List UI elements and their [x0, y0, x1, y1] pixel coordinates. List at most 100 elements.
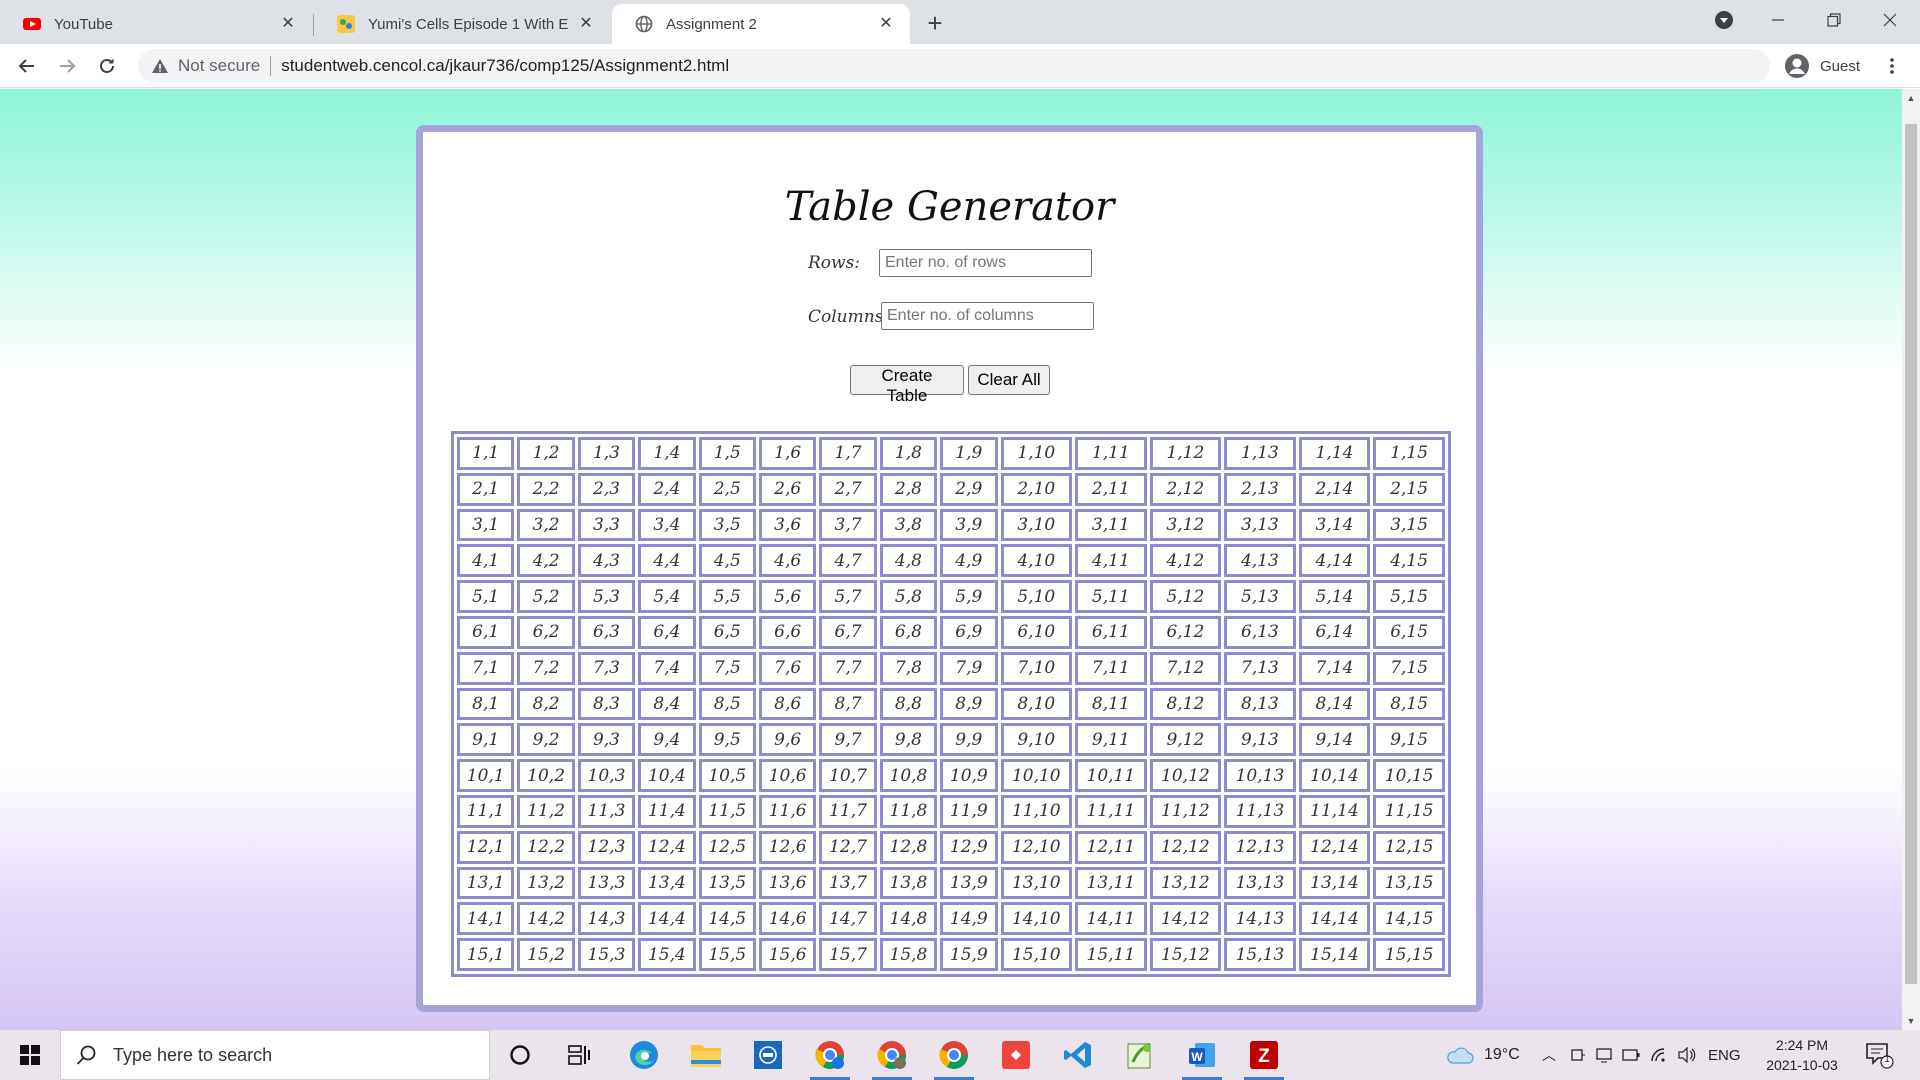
notepad-plus-app[interactable] — [1114, 1035, 1166, 1075]
word-app[interactable]: W — [1176, 1035, 1228, 1080]
close-tab-icon[interactable]: ✕ — [278, 14, 298, 34]
new-tab-button[interactable]: + — [918, 7, 952, 41]
scroll-thumb[interactable] — [1905, 124, 1917, 984]
close-window-button[interactable] — [1862, 0, 1918, 40]
arrow-right-icon — [60, 59, 76, 73]
table-cell: 11,2 — [517, 794, 575, 828]
close-tab-icon[interactable]: ✕ — [876, 14, 896, 34]
volume-icon[interactable] — [1678, 1047, 1696, 1063]
back-button[interactable] — [12, 51, 42, 81]
table-cell: 4,9 — [940, 544, 998, 578]
table-cell: 4,3 — [577, 544, 636, 578]
security-label[interactable]: Not secure — [178, 56, 260, 76]
filezilla-app[interactable]: Z — [1238, 1035, 1290, 1080]
warning-icon[interactable] — [150, 56, 170, 76]
address-bar[interactable]: Not secure studentweb.cencol.ca/jkaur736… — [138, 49, 1770, 83]
more-vert-icon — [1890, 58, 1894, 74]
minimize-button[interactable] — [1750, 0, 1806, 40]
close-tab-icon[interactable]: ✕ — [576, 14, 596, 34]
reload-button[interactable] — [92, 51, 122, 81]
cortana-button[interactable] — [494, 1035, 546, 1075]
table-cell: 3,11 — [1075, 508, 1147, 542]
profile-button[interactable]: Guest — [1778, 49, 1874, 83]
table-cell: 8,12 — [1149, 687, 1222, 721]
vscode-app[interactable] — [1052, 1035, 1104, 1075]
chrome-app-1[interactable] — [804, 1035, 856, 1080]
scroll-up-icon[interactable]: ▲ — [1906, 93, 1916, 103]
weather-widget[interactable]: 19°C — [1444, 1030, 1520, 1080]
table-cell: 6,12 — [1149, 615, 1222, 649]
table-cell: 15,13 — [1224, 938, 1296, 971]
chrome-app-2[interactable] — [866, 1035, 918, 1080]
start-button[interactable] — [0, 1030, 60, 1080]
file-explorer-app[interactable] — [680, 1035, 732, 1075]
table-cell: 12,6 — [758, 830, 817, 864]
meet-now-icon[interactable] — [1570, 1047, 1586, 1063]
table-cell: 3,12 — [1149, 508, 1222, 542]
table-row: 13,1 13,2 13,3 13,4 13,5 13,6 13,7 13,8 13,9 13,1… — [457, 866, 1445, 900]
tab-assignment-2[interactable]: Assignment 2 ✕ — [612, 4, 910, 44]
table-cell: 10,14 — [1298, 759, 1371, 792]
language-indicator[interactable]: ENG — [1708, 1047, 1741, 1064]
tab-yumis-cells[interactable]: Yumi's Cells Episode 1 With Engli ✕ — [314, 4, 610, 44]
clear-all-button[interactable]: Clear All — [968, 365, 1050, 395]
taskbar-search[interactable]: Type here to search — [60, 1030, 490, 1080]
table-cell: 10,5 — [698, 759, 756, 792]
table-cell: 12,9 — [940, 830, 998, 864]
chevron-up-icon[interactable]: ︿ — [1542, 1045, 1556, 1065]
table-cell: 15,3 — [577, 938, 636, 971]
table-cell: 7,13 — [1224, 651, 1296, 685]
table-cell: 15,12 — [1149, 938, 1222, 971]
table-cell: 4,5 — [698, 544, 756, 578]
wifi-icon[interactable] — [1650, 1047, 1668, 1063]
restore-button[interactable] — [1806, 0, 1862, 40]
table-cell: 2,15 — [1373, 472, 1445, 506]
tab-youtube[interactable]: YouTube ✕ — [0, 4, 312, 44]
table-cell: 11,11 — [1075, 794, 1147, 828]
table-row: 12,1 12,2 12,3 12,4 12,5 12,6 12,7 12,8 12,9 12,1… — [457, 830, 1445, 864]
table-cell: 12,10 — [1000, 830, 1073, 864]
table-cell: 14,14 — [1298, 902, 1371, 936]
table-cell: 9,3 — [577, 723, 636, 757]
table-cell: 1,7 — [819, 437, 877, 470]
chrome-app-3[interactable] — [928, 1035, 980, 1080]
forward-button[interactable] — [52, 51, 82, 81]
page-title: Table Generator — [784, 184, 1115, 230]
url-text[interactable]: studentweb.cencol.ca/jkaur736/comp125/As… — [281, 56, 729, 76]
generator-card: Table Generator Rows: Columns: Create Ta… — [416, 125, 1483, 1012]
table-cell: 15,11 — [1075, 938, 1147, 971]
table-cell: 4,4 — [638, 544, 696, 578]
table-cell: 9,6 — [758, 723, 817, 757]
restore-icon — [1827, 13, 1841, 27]
table-cell: 5,14 — [1298, 580, 1371, 613]
task-view-button[interactable] — [554, 1035, 606, 1075]
notification-center-button[interactable]: 1 — [1864, 1040, 1894, 1070]
menu-button[interactable] — [1880, 54, 1904, 78]
edge-app[interactable] — [618, 1035, 670, 1075]
anydesk-app[interactable] — [990, 1035, 1042, 1075]
table-cell: 7,8 — [879, 651, 938, 685]
table-cell: 15,7 — [819, 938, 877, 971]
table-cell: 11,14 — [1298, 794, 1371, 828]
table-cell: 2,3 — [577, 472, 636, 506]
scroll-down-icon[interactable]: ▼ — [1906, 1016, 1916, 1026]
table-cell: 3,10 — [1000, 508, 1073, 542]
battery-icon[interactable] — [1622, 1049, 1640, 1061]
windows-taskbar: Type here to search W Z 19°C ︿ ENG 2:24 … — [0, 1030, 1920, 1080]
rows-input[interactable] — [879, 249, 1092, 277]
table-cell: 14,7 — [819, 902, 877, 936]
taskbar-clock[interactable]: 2:24 PM 2021-10-03 — [1754, 1035, 1850, 1075]
store-app[interactable] — [742, 1035, 794, 1075]
columns-input[interactable] — [881, 302, 1094, 330]
table-cell: 13,14 — [1298, 866, 1371, 900]
tab-search-button[interactable] — [1696, 0, 1752, 40]
create-table-button[interactable]: Create Table — [850, 365, 964, 405]
table-cell: 12,12 — [1149, 830, 1222, 864]
table-cell: 11,9 — [940, 794, 998, 828]
table-cell: 5,15 — [1373, 580, 1445, 613]
table-cell: 14,10 — [1000, 902, 1073, 936]
page-scrollbar[interactable]: ▲ ▼ — [1902, 89, 1920, 1030]
table-cell: 5,12 — [1149, 580, 1222, 613]
network-drive-icon[interactable] — [1596, 1047, 1612, 1063]
table-cell: 3,14 — [1298, 508, 1371, 542]
